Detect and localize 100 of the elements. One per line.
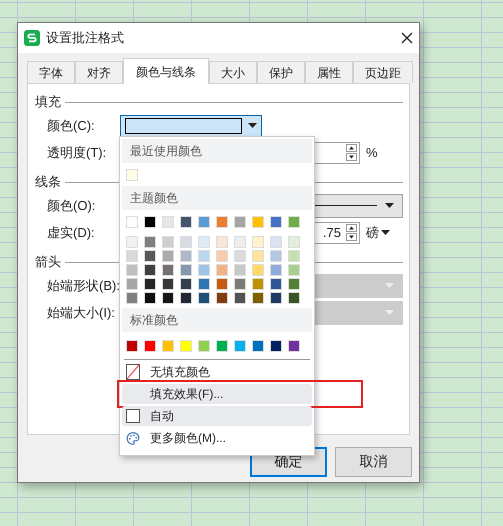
cancel-button[interactable]: 取消 xyxy=(335,447,412,477)
color-swatch[interactable] xyxy=(252,278,264,290)
color-swatch[interactable] xyxy=(162,264,174,276)
spin-down-icon[interactable] xyxy=(346,233,357,241)
color-swatch[interactable] xyxy=(180,278,192,290)
color-swatch[interactable] xyxy=(126,292,138,304)
color-swatch[interactable] xyxy=(198,250,210,262)
color-swatch[interactable] xyxy=(252,264,264,276)
color-swatch[interactable] xyxy=(144,340,156,352)
menu-heading: 最近使用颜色 xyxy=(130,142,202,160)
color-swatch[interactable] xyxy=(126,340,138,352)
color-swatch[interactable] xyxy=(162,292,174,304)
color-swatch[interactable] xyxy=(234,292,246,304)
color-swatch[interactable] xyxy=(252,340,264,352)
color-swatch[interactable] xyxy=(288,264,300,276)
color-swatch[interactable] xyxy=(126,169,138,181)
color-swatch[interactable] xyxy=(252,250,264,262)
color-swatch[interactable] xyxy=(126,250,138,262)
menu-item[interactable]: 填充效果(F)... xyxy=(122,384,312,404)
color-swatch[interactable] xyxy=(180,250,192,262)
color-swatch[interactable] xyxy=(270,250,282,262)
color-swatch[interactable] xyxy=(288,250,300,262)
color-swatch[interactable] xyxy=(234,264,246,276)
color-swatch[interactable] xyxy=(270,292,282,304)
tab[interactable]: 页边距 xyxy=(353,61,413,83)
color-swatch[interactable] xyxy=(216,216,228,228)
color-swatch[interactable] xyxy=(126,278,138,290)
spin-down-icon[interactable] xyxy=(346,153,357,161)
color-swatch[interactable] xyxy=(216,236,228,248)
dropdown-caret-icon xyxy=(385,310,394,315)
color-swatch[interactable] xyxy=(216,250,228,262)
color-swatch[interactable] xyxy=(144,216,156,228)
color-swatch[interactable] xyxy=(216,264,228,276)
color-dropdown[interactable] xyxy=(120,114,262,136)
color-swatch[interactable] xyxy=(144,264,156,276)
color-swatch[interactable] xyxy=(144,250,156,262)
color-swatch[interactable] xyxy=(198,292,210,304)
tab[interactable]: 属性 xyxy=(305,61,353,83)
tab[interactable]: 大小 xyxy=(209,61,257,83)
color-swatch[interactable] xyxy=(180,340,192,352)
caret-icon xyxy=(381,230,390,235)
color-swatch[interactable] xyxy=(252,292,264,304)
color-swatch[interactable] xyxy=(234,236,246,248)
color-swatch[interactable] xyxy=(216,278,228,290)
color-swatch[interactable] xyxy=(288,340,300,352)
color-swatch[interactable] xyxy=(234,340,246,352)
menu-item[interactable]: 无填充颜色 xyxy=(122,362,312,382)
tab[interactable]: 对齐 xyxy=(75,61,123,83)
spin-up-icon[interactable] xyxy=(346,224,357,232)
color-swatch[interactable] xyxy=(270,236,282,248)
color-swatch[interactable] xyxy=(198,216,210,228)
color-swatch[interactable] xyxy=(216,340,228,352)
tab[interactable]: 保护 xyxy=(257,61,305,83)
color-swatch[interactable] xyxy=(144,236,156,248)
line-sample-icon xyxy=(313,205,377,206)
color-swatch[interactable] xyxy=(180,292,192,304)
color-swatch[interactable] xyxy=(288,236,300,248)
color-swatch[interactable] xyxy=(180,216,192,228)
color-swatch[interactable] xyxy=(288,292,300,304)
spin-up-icon[interactable] xyxy=(346,144,357,152)
menu-item[interactable]: 自动 xyxy=(122,406,312,426)
color-swatch[interactable] xyxy=(288,278,300,290)
color-swatch[interactable] xyxy=(234,250,246,262)
color-swatch[interactable] xyxy=(270,264,282,276)
color-swatch[interactable] xyxy=(126,264,138,276)
color-swatch[interactable] xyxy=(198,278,210,290)
field-label: 始端大小(I): xyxy=(46,304,116,322)
color-swatch[interactable] xyxy=(216,292,228,304)
color-swatch[interactable] xyxy=(180,236,192,248)
color-swatch[interactable] xyxy=(162,250,174,262)
section-heading: 填充 xyxy=(35,93,61,111)
tab[interactable]: 颜色与线条 xyxy=(123,58,209,84)
color-swatch[interactable] xyxy=(270,216,282,228)
color-swatch[interactable] xyxy=(126,236,138,248)
color-swatch[interactable] xyxy=(270,340,282,352)
color-swatch[interactable] xyxy=(234,216,246,228)
color-swatch[interactable] xyxy=(162,216,174,228)
color-swatch[interactable] xyxy=(288,216,300,228)
field-label: 透明度(T): xyxy=(46,144,108,162)
color-swatch[interactable] xyxy=(234,278,246,290)
field-label: 颜色(O): xyxy=(46,196,96,214)
close-icon[interactable] xyxy=(401,32,413,44)
field-value: .75 xyxy=(322,225,341,240)
color-swatch[interactable] xyxy=(252,216,264,228)
color-swatch[interactable] xyxy=(144,278,156,290)
color-swatch[interactable] xyxy=(144,292,156,304)
menu-item[interactable]: 更多颜色(M)... xyxy=(122,428,312,448)
color-swatch[interactable] xyxy=(162,340,174,352)
color-swatch[interactable] xyxy=(252,236,264,248)
tab[interactable]: 字体 xyxy=(27,61,75,83)
color-swatch[interactable] xyxy=(162,236,174,248)
unit-label: 磅 xyxy=(366,224,379,242)
color-swatch[interactable] xyxy=(198,264,210,276)
color-swatch[interactable] xyxy=(126,216,138,228)
color-swatch[interactable] xyxy=(198,340,210,352)
color-swatch[interactable] xyxy=(198,236,210,248)
color-swatch[interactable] xyxy=(162,278,174,290)
menu-heading: 主题颜色 xyxy=(130,190,178,206)
color-swatch[interactable] xyxy=(180,264,192,276)
color-swatch[interactable] xyxy=(270,278,282,290)
